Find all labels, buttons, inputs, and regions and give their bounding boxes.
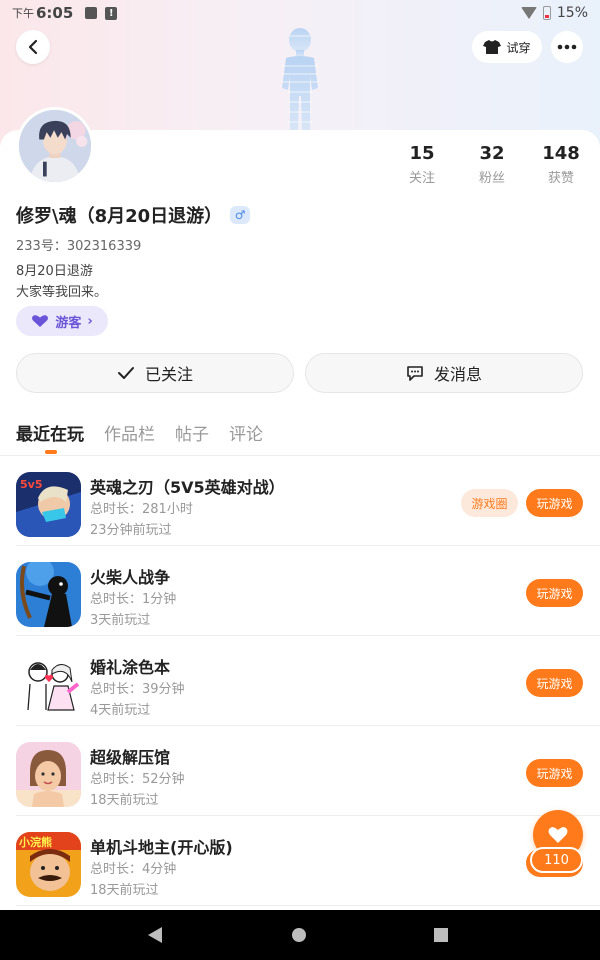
wifi-icon [520, 7, 537, 19]
status-bar: 下午 6:05 ! 15% [0, 0, 600, 26]
tab-works[interactable]: 作品栏 [104, 420, 155, 445]
chat-bubble-icon [407, 366, 423, 381]
more-options-button[interactable] [551, 31, 583, 63]
stat-likes[interactable]: 148 获赞 [531, 143, 591, 186]
game-name: 火柴人战争 [90, 568, 171, 587]
bio-line-2: 大家等我回来。 [16, 285, 108, 300]
tab-active-indicator [45, 450, 57, 454]
followed-label: 已关注 [144, 365, 193, 384]
stat-fans-count: 32 [479, 143, 505, 164]
battery-icon [542, 6, 551, 20]
game-list-item[interactable]: 超级解压馆 总时长：52分钟 18天前玩过 玩游戏 [0, 726, 600, 816]
tab-recently-played[interactable]: 最近在玩 [16, 420, 84, 445]
send-message-button[interactable]: 发消息 [305, 353, 583, 393]
username-text: 修罗\魂（8月20日退游） [16, 206, 223, 227]
game-name: 婚礼涂色本 [90, 658, 171, 677]
game-last-played: 4天前玩过 [90, 703, 151, 718]
game-last-played: 18天前玩过 [90, 793, 159, 808]
game-list-item[interactable]: 小浣熊 单机斗地主(开心版) 总时长：4分钟 18天前玩过 玩游戏 [0, 816, 600, 906]
chevron-right-icon: › [87, 313, 93, 329]
play-game-button[interactable]: 玩游戏 [526, 759, 583, 787]
avatar[interactable] [16, 107, 94, 185]
tourist-badge-label: 游客 [55, 315, 82, 331]
try-on-label: 试穿 [506, 40, 531, 55]
landlord-card-icon: 小浣熊 [16, 832, 81, 897]
game-total-duration: 总时长：52分钟 [90, 772, 185, 787]
image-notification-icon [85, 7, 98, 19]
back-button[interactable] [16, 30, 50, 64]
game-name: 单机斗地主(开心版) [90, 838, 233, 857]
game-total-duration: 总时长：39分钟 [90, 682, 185, 697]
status-time: 6:05 [36, 4, 74, 22]
game-last-played: 18天前玩过 [90, 883, 159, 898]
alert-notification-icon: ! [105, 6, 118, 20]
more-dots-icon [557, 44, 577, 50]
game-total-duration: 总时长：1分钟 [90, 592, 177, 607]
profile-tabs: 最近在玩 作品栏 帖子 评论 [16, 420, 263, 445]
username: 修罗\魂（8月20日退游） ♂ [16, 202, 251, 228]
back-arrow-icon [28, 39, 38, 55]
game-list-item[interactable]: 婚礼涂色本 总时长：39分钟 4天前玩过 玩游戏 [0, 636, 600, 726]
status-ampm: 下午 [12, 7, 34, 20]
stress-relief-icon [16, 742, 81, 807]
stat-likes-count: 148 [542, 143, 580, 164]
play-game-button[interactable]: 玩游戏 [526, 489, 583, 517]
game-last-played: 3天前玩过 [90, 613, 151, 628]
male-gender-icon: ♂ [230, 206, 251, 224]
bio-line-1: 8月20日退游 [16, 264, 93, 279]
like-count: 110 [530, 847, 583, 873]
heart-icon [548, 827, 568, 843]
stat-fans[interactable]: 32 粉丝 [462, 143, 522, 186]
play-game-button[interactable]: 玩游戏 [526, 579, 583, 607]
dressup-figure-icon [268, 26, 332, 134]
stat-following-label: 关注 [408, 171, 435, 186]
user-id: 233号：302316339 [16, 239, 142, 254]
checkmark-icon [117, 367, 134, 379]
wedding-coloring-icon [16, 652, 81, 717]
game-name: 英魂之刃（5V5英雄对战） [90, 478, 285, 497]
stat-likes-label: 获赞 [547, 171, 574, 186]
try-on-button[interactable]: 试穿 [472, 31, 542, 63]
stat-fans-label: 粉丝 [478, 171, 505, 186]
send-message-label: 发消息 [433, 365, 482, 384]
purple-heart-icon [32, 315, 49, 327]
nav-back-icon[interactable] [148, 927, 162, 943]
game-total-duration: 总时长：281小时 [90, 502, 193, 517]
tshirt-icon [483, 40, 502, 54]
game-circle-button[interactable]: 游戏圈 [461, 489, 518, 517]
game-name: 超级解压馆 [90, 748, 171, 767]
game-list-item[interactable]: 火柴人战争 总时长：1分钟 3天前玩过 玩游戏 [0, 546, 600, 636]
hero-blade-icon: 5v5 [16, 472, 81, 537]
tab-posts[interactable]: 帖子 [175, 420, 209, 445]
tab-comments[interactable]: 评论 [229, 420, 263, 445]
stat-following[interactable]: 15 关注 [392, 143, 452, 186]
battery-percent: 15% [556, 5, 588, 21]
nav-home-icon[interactable] [292, 928, 306, 942]
svg-text:5v5: 5v5 [20, 478, 42, 491]
followed-button[interactable]: 已关注 [16, 353, 294, 393]
svg-text:小浣熊: 小浣熊 [18, 835, 52, 849]
row-divider [16, 905, 600, 906]
system-navigation-bar [0, 910, 600, 960]
game-list-item[interactable]: 5v5 英魂之刃（5V5英雄对战） 总时长：281小时 23分钟前玩过 游戏圈 … [0, 456, 600, 546]
nav-recents-icon[interactable] [434, 928, 448, 942]
stickman-war-icon [16, 562, 81, 627]
stat-following-count: 15 [409, 143, 435, 164]
game-total-duration: 总时长：4分钟 [90, 862, 177, 877]
play-game-button[interactable]: 玩游戏 [526, 669, 583, 697]
tourist-badge[interactable]: 游客 › [16, 306, 108, 336]
game-last-played: 23分钟前玩过 [90, 523, 172, 538]
